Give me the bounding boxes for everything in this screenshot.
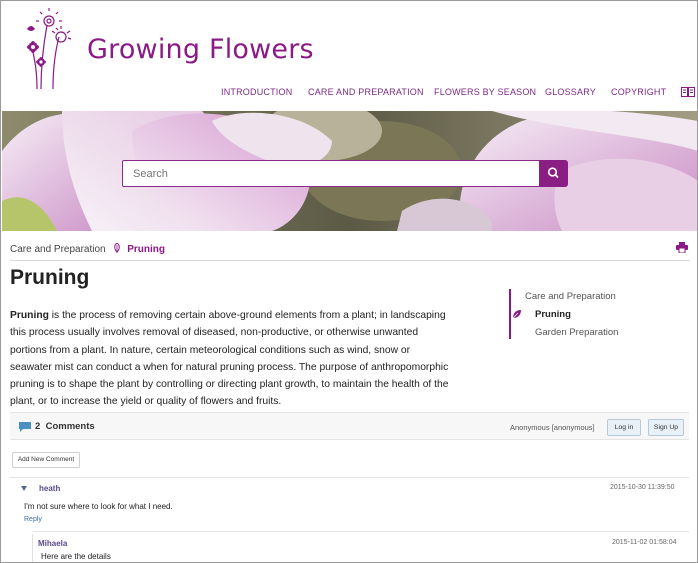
page-title: Pruning xyxy=(10,266,90,289)
nav-flowers-by-season[interactable]: FLOWERS BY SEASON xyxy=(434,87,536,97)
article-text: is the process of removing certain above… xyxy=(10,310,449,408)
comment-date: 2015-11-02 01:58:04 xyxy=(612,539,677,546)
collapse-icon[interactable] xyxy=(21,486,27,491)
print-icon[interactable] xyxy=(676,242,688,253)
toc-item-garden-preparation[interactable]: Garden Preparation xyxy=(535,327,618,338)
nav-copyright[interactable]: COPYRIGHT xyxy=(611,87,666,97)
comment-icon xyxy=(19,422,31,432)
article-body: Pruning is the process of removing certa… xyxy=(10,307,450,411)
leaf-icon xyxy=(512,310,521,319)
comment-author[interactable]: Mihaela xyxy=(38,539,67,548)
leaf-separator-icon xyxy=(114,243,121,253)
toc-item-pruning[interactable]: Pruning xyxy=(535,309,571,320)
reply-indent-line xyxy=(32,534,33,562)
toc-item-care-and-preparation[interactable]: Care and Preparation xyxy=(525,291,616,302)
comment-text: I'm not sure where to look for what I ne… xyxy=(24,502,173,511)
comments-header: 2 Comments Anonymous [anonymous] Log in … xyxy=(10,412,689,440)
reply-link[interactable]: Reply xyxy=(24,516,42,523)
login-button[interactable]: Log in xyxy=(607,419,641,436)
comment-author[interactable]: heath xyxy=(39,484,60,493)
table-of-contents: Care and Preparation Pruning Garden Prep… xyxy=(509,289,689,339)
book-icon[interactable] xyxy=(681,87,695,97)
breadcrumb-parent[interactable]: Care and Preparation xyxy=(10,244,106,255)
breadcrumb: Care and Preparation Pruning xyxy=(10,243,165,255)
top-navigation: INTRODUCTION CARE AND PREPARATION FLOWER… xyxy=(1,87,697,101)
current-user-label: Anonymous [anonymous] xyxy=(510,423,595,432)
nav-care-and-preparation[interactable]: CARE AND PREPARATION xyxy=(308,87,424,97)
comment-date: 2015-10-30 11:39:50 xyxy=(610,484,675,491)
page-frame: Growing Flowers INTRODUCTION CARE AND PR… xyxy=(0,0,698,563)
divider xyxy=(10,260,690,261)
nav-introduction[interactable]: INTRODUCTION xyxy=(221,87,292,97)
comment-count-label: Comments xyxy=(45,421,95,432)
lead-term: Pruning xyxy=(10,310,49,321)
add-comment-button[interactable]: Add New Comment xyxy=(12,452,80,468)
comment-divider xyxy=(32,531,689,532)
flower-logo-icon[interactable] xyxy=(13,7,73,91)
signup-button[interactable]: Sign Up xyxy=(648,419,684,436)
comment-count: 2 Comments xyxy=(35,421,95,432)
comment-text: Here are the details xyxy=(41,552,111,561)
search-button[interactable] xyxy=(539,160,568,187)
comment-divider xyxy=(10,477,689,478)
nav-glossary[interactable]: GLOSSARY xyxy=(545,87,596,97)
comment-count-number: 2 xyxy=(35,421,41,432)
breadcrumb-current: Pruning xyxy=(127,244,165,255)
search-icon xyxy=(547,167,559,179)
site-title[interactable]: Growing Flowers xyxy=(87,34,314,65)
search-input[interactable] xyxy=(122,160,540,187)
